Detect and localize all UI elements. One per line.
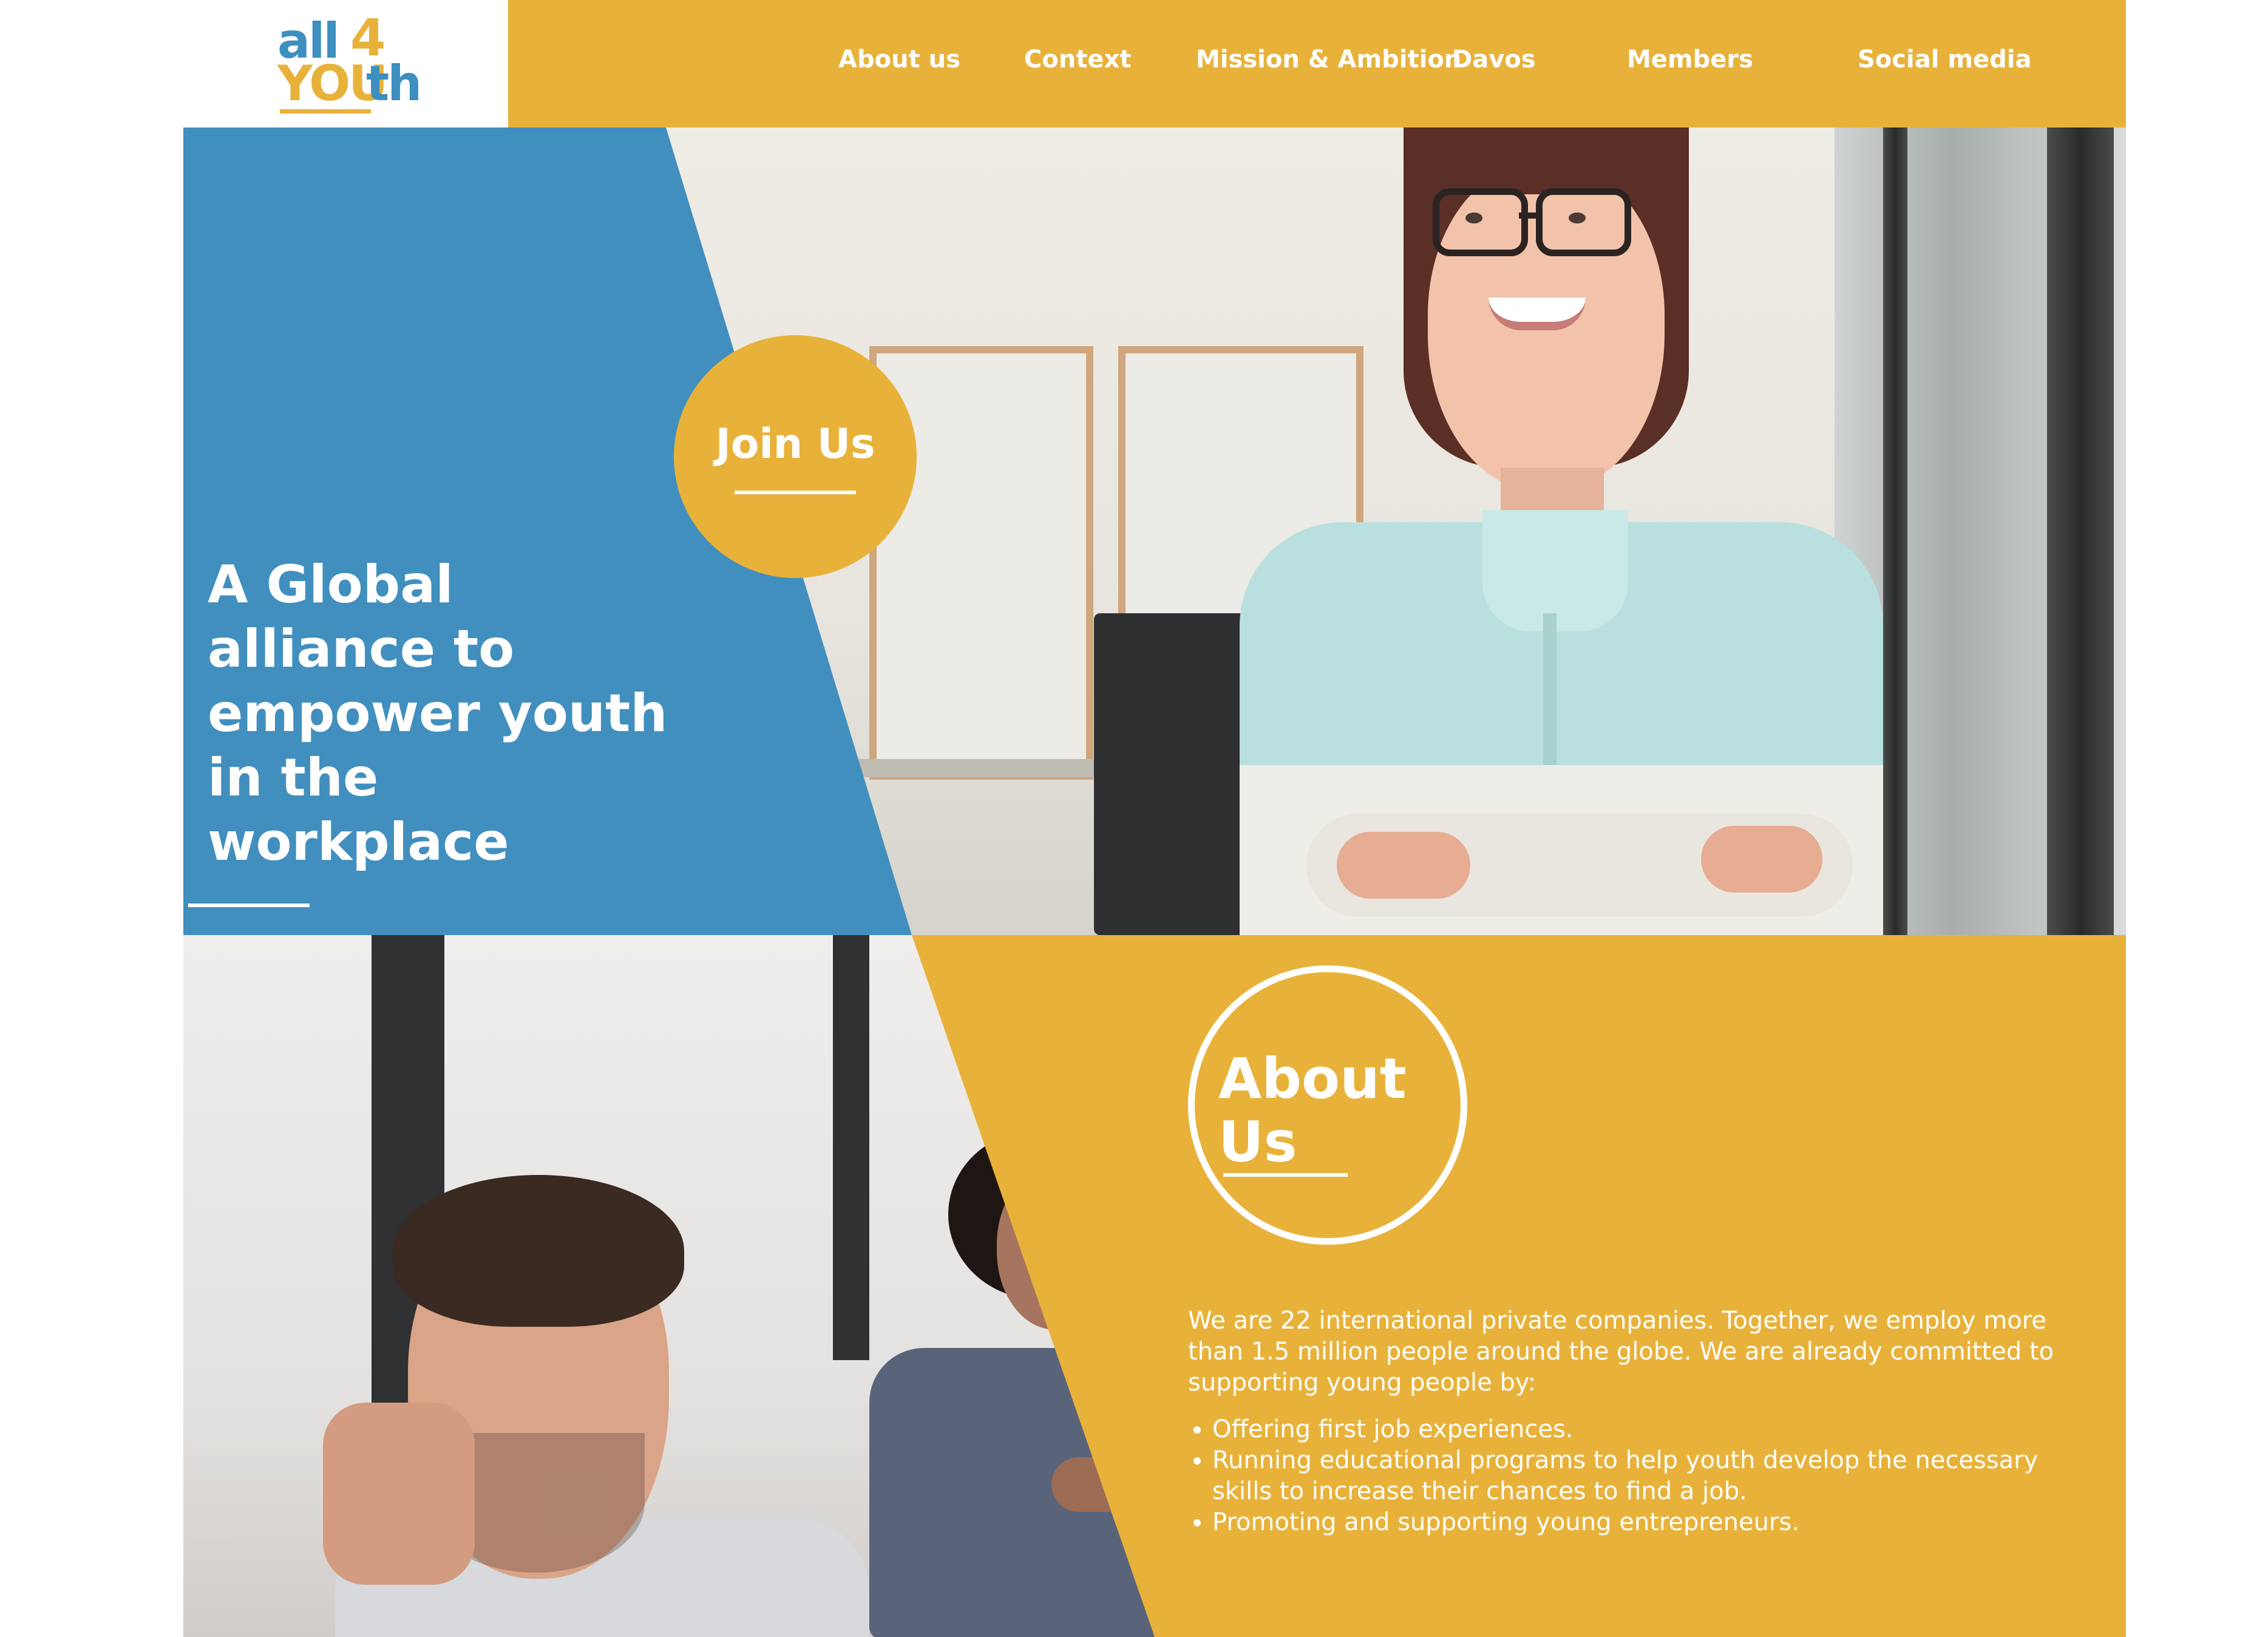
join-us-label: Join Us bbox=[715, 420, 875, 468]
glasses-right bbox=[1536, 188, 1631, 256]
woman-bangs bbox=[1422, 128, 1671, 194]
about-bullet-list: Offering first job experiences. Running … bbox=[1188, 1414, 2074, 1538]
door-frame bbox=[1883, 128, 1907, 935]
all4youth-logo[interactable]: all 4 YOU th bbox=[277, 12, 422, 115]
logo-area: all 4 YOU th bbox=[183, 0, 508, 128]
door-frame bbox=[2047, 128, 2114, 935]
logo-text-th: th bbox=[366, 55, 422, 112]
woman-eye bbox=[1569, 213, 1586, 223]
about-bullet: Offering first job experiences. bbox=[1212, 1414, 2074, 1445]
nav-members[interactable]: Members bbox=[1627, 0, 1753, 119]
nav-context[interactable]: Context bbox=[1024, 0, 1131, 119]
about-bullet: Promoting and supporting young entrepren… bbox=[1212, 1507, 2074, 1538]
man-hair bbox=[393, 1175, 684, 1327]
about-us-text: We are 22 international private companie… bbox=[1188, 1305, 2074, 1538]
top-navigation: About us Context Mission & Ambition Davo… bbox=[508, 0, 2126, 128]
about-section: About Us We are 22 international private… bbox=[183, 935, 2126, 1637]
woman-eye bbox=[1465, 213, 1482, 223]
hero-section: A Global alliance to empower youth in th… bbox=[183, 128, 2126, 935]
window-frame bbox=[833, 935, 869, 1360]
about-intro: We are 22 international private companie… bbox=[1188, 1307, 2054, 1397]
nav-social-media[interactable]: Social media bbox=[1858, 0, 2031, 119]
hero-title: A Global alliance to empower youth in th… bbox=[208, 554, 668, 873]
about-us-underline bbox=[1223, 1173, 1348, 1177]
nav-davos[interactable]: Davos bbox=[1452, 0, 1536, 119]
woman-hand bbox=[1701, 826, 1822, 893]
glasses-left bbox=[1433, 188, 1528, 256]
man-hand bbox=[323, 1403, 475, 1585]
join-us-underline bbox=[735, 491, 856, 494]
nav-mission-ambition[interactable]: Mission & Ambition bbox=[1196, 0, 1461, 119]
nav-about-us[interactable]: About us bbox=[838, 0, 960, 119]
glasses-bridge bbox=[1519, 213, 1537, 219]
woman-hand bbox=[1337, 832, 1470, 899]
about-bullet: Running educational programs to help you… bbox=[1212, 1445, 2074, 1507]
about-us-heading: About Us bbox=[1218, 1046, 1407, 1174]
join-us-button[interactable]: Join Us bbox=[674, 335, 917, 578]
site-container: all 4 YOU th About us Context Mission & … bbox=[183, 0, 2126, 1637]
hero-title-underline bbox=[188, 904, 310, 907]
logo-underline bbox=[280, 109, 371, 114]
